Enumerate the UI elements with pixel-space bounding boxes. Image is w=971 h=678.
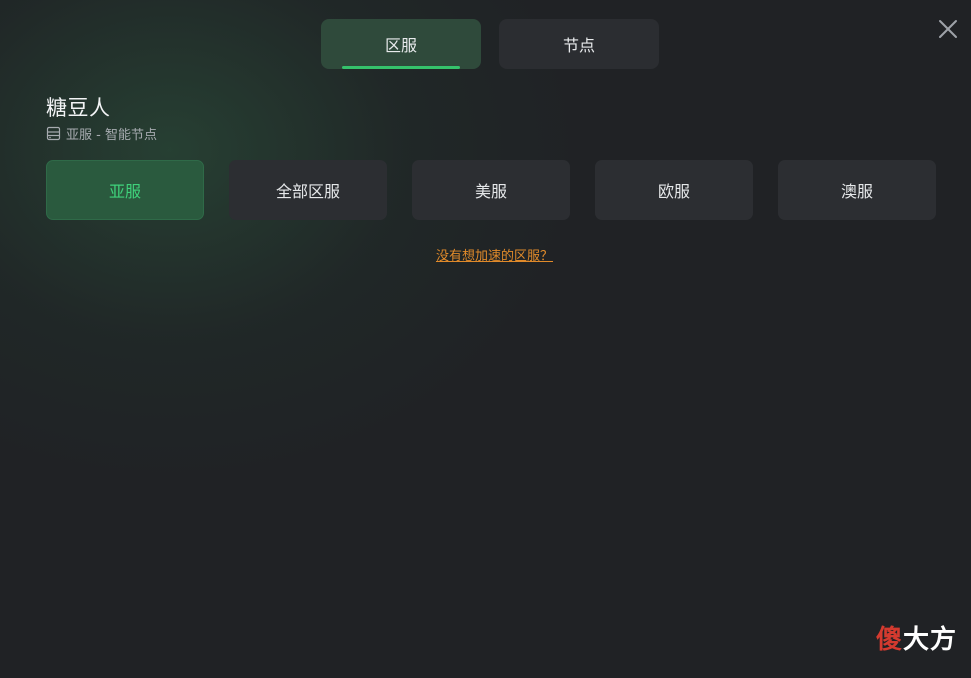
game-title: 糖豆人 [46,96,111,120]
region-button-all[interactable]: 全部区服 [229,160,387,220]
active-tab-indicator [342,66,460,69]
region-label: 欧服 [657,182,690,201]
current-selection: 亚服 - 智能节点 [46,124,157,143]
tab-region[interactable]: 区服 [321,19,481,69]
region-list: 亚服 全部区服 美服 欧服 澳服 [46,160,936,220]
region-button-eu[interactable]: 欧服 [595,160,753,220]
region-label: 全部区服 [275,182,340,201]
tab-node-label: 节点 [562,36,595,55]
watermark-logo: 傻大方 [876,619,957,656]
region-button-asia[interactable]: 亚服 [46,160,204,220]
missing-region-link[interactable]: 没有想加速的区服？ [0,245,971,264]
close-button[interactable] [935,16,961,42]
region-select-panel: 区服 节点 糖豆人 亚服 - 智能节点 亚服 全部区服 美服 欧服 澳服 没有想… [0,0,971,678]
region-button-au[interactable]: 澳服 [778,160,936,220]
region-label: 澳服 [840,182,873,201]
current-selection-text: 亚服 - 智能节点 [66,128,157,143]
region-label: 亚服 [108,182,141,201]
server-icon [46,126,61,141]
region-button-us[interactable]: 美服 [412,160,570,220]
tab-bar: 区服 节点 [321,19,659,69]
watermark-first-char: 傻 [875,625,903,655]
watermark-rest: 大方 [902,625,957,655]
tab-region-label: 区服 [384,36,417,55]
tab-node[interactable]: 节点 [499,19,659,69]
close-icon [939,20,957,38]
region-label: 美服 [474,182,507,201]
